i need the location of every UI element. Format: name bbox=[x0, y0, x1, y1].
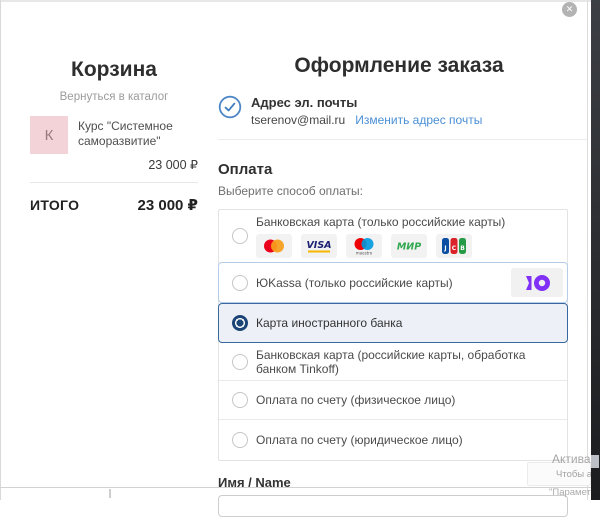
option-invoice-individual[interactable]: Оплата по счету (физическое лицо) bbox=[219, 381, 567, 420]
cart-item: К Курс "Системное саморазвитие" bbox=[30, 116, 198, 154]
yookassa-icon bbox=[511, 268, 563, 297]
total-value: 23 000 ₽ bbox=[138, 196, 198, 214]
svg-text:C: C bbox=[452, 245, 457, 252]
email-section: Адрес эл. почты tserenov@mail.ru Изменить… bbox=[218, 95, 588, 127]
option-label: Банковская карта (только российские карт… bbox=[256, 215, 567, 229]
option-tinkoff[interactable]: Банковская карта (российские карты, обра… bbox=[219, 343, 567, 381]
option-label: Оплата по счету (юридическое лицо) bbox=[256, 433, 567, 447]
strip-notch bbox=[591, 455, 599, 468]
scrollbar-tick bbox=[109, 489, 111, 498]
radio-unselected[interactable] bbox=[232, 392, 248, 408]
jcb-icon: J C B bbox=[436, 234, 472, 258]
option-label: Карта иностранного банка bbox=[256, 316, 567, 330]
maestro-icon: maestro bbox=[346, 234, 382, 258]
payment-heading: Оплата bbox=[218, 161, 588, 178]
mastercard-icon bbox=[256, 234, 292, 258]
section-divider bbox=[218, 139, 587, 140]
option-bank-card-russian[interactable]: Банковская карта (только российские карт… bbox=[219, 210, 567, 262]
cart-panel: Корзина Вернуться в каталог К Курс "Сист… bbox=[30, 0, 198, 214]
email-text-block: Адрес эл. почты tserenov@mail.ru Изменить… bbox=[251, 95, 482, 127]
modal-left-edge bbox=[0, 0, 1, 500]
email-line: tserenov@mail.ru Изменить адрес почты bbox=[251, 113, 482, 127]
back-to-catalog-link[interactable]: Вернуться в каталог bbox=[30, 91, 198, 103]
option-label: ЮKassa (только российские карты) bbox=[256, 276, 453, 290]
total-label: ИТОГО bbox=[30, 197, 79, 213]
course-name: Курс "Системное саморазвитие" bbox=[78, 116, 173, 154]
course-price: 23 000 ₽ bbox=[30, 157, 198, 172]
radio-unselected[interactable] bbox=[232, 228, 248, 244]
radio-selected[interactable] bbox=[232, 315, 248, 331]
svg-text:VISA: VISA bbox=[306, 240, 331, 251]
option-label: Банковская карта (российские карты, обра… bbox=[256, 348, 567, 376]
radio-unselected[interactable] bbox=[232, 275, 248, 291]
svg-text:J: J bbox=[443, 245, 446, 252]
payment-subheading: Выберите способ оплаты: bbox=[218, 184, 588, 198]
name-input[interactable] bbox=[218, 495, 568, 517]
radio-unselected[interactable] bbox=[232, 432, 248, 448]
email-value: tserenov@mail.ru bbox=[251, 113, 345, 127]
svg-text:МИР: МИР bbox=[397, 241, 421, 252]
email-label: Адрес эл. почты bbox=[251, 95, 482, 110]
payment-options-list: Банковская карта (только российские карт… bbox=[218, 209, 568, 461]
course-name-line2: саморазвитие" bbox=[78, 134, 173, 149]
mir-icon: МИР bbox=[391, 234, 427, 258]
close-icon[interactable]: ✕ bbox=[562, 2, 577, 17]
option-invoice-legal[interactable]: Оплата по счету (юридическое лицо) bbox=[219, 420, 567, 460]
option-yookassa[interactable]: ЮKassa (только российские карты) bbox=[218, 262, 568, 303]
modal-bottom-edge bbox=[0, 487, 591, 488]
change-email-link[interactable]: Изменить адрес почты bbox=[355, 113, 482, 127]
check-circle-icon bbox=[218, 95, 242, 127]
visa-icon: VISA bbox=[301, 234, 337, 258]
option-label: Оплата по счету (физическое лицо) bbox=[256, 393, 567, 407]
course-name-line1: Курс "Системное bbox=[78, 119, 173, 134]
cart-divider bbox=[30, 182, 198, 183]
desktop-edge-strip bbox=[591, 0, 600, 500]
course-thumbnail: К bbox=[30, 116, 68, 154]
svg-text:B: B bbox=[460, 245, 465, 252]
cart-title: Корзина bbox=[30, 58, 198, 82]
option-foreign-card[interactable]: Карта иностранного банка bbox=[218, 303, 568, 343]
checkout-title: Оформление заказа bbox=[218, 54, 580, 78]
checkout-panel: Оформление заказа Адрес эл. почты tseren… bbox=[218, 0, 588, 517]
card-logos-row: VISA maestro МИР bbox=[256, 234, 567, 258]
radio-unselected[interactable] bbox=[232, 354, 248, 370]
svg-text:maestro: maestro bbox=[356, 250, 373, 255]
cart-total-row: ИТОГО 23 000 ₽ bbox=[30, 196, 198, 214]
